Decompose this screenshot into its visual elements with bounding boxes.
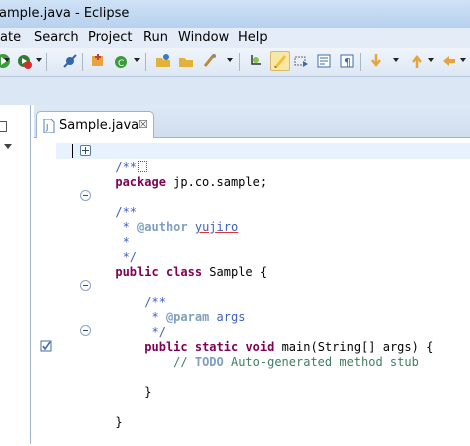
previous-annotation-dropdown-icon[interactable] xyxy=(428,58,434,62)
code-line: public static void main(String[] args) { xyxy=(144,340,434,354)
search-dropdown-icon[interactable] xyxy=(227,58,233,62)
java-file-icon: J xyxy=(43,118,55,134)
search-icon[interactable] xyxy=(201,52,219,70)
tab-label: Sample.java xyxy=(59,118,140,133)
next-annotation-icon[interactable] xyxy=(248,52,266,70)
svg-text:C: C xyxy=(118,59,124,69)
breakpoint-skip-icon[interactable] xyxy=(61,52,79,70)
task-marker-icon[interactable] xyxy=(40,337,52,352)
toolbar-separator xyxy=(239,53,240,71)
text-cursor xyxy=(72,144,73,158)
code-line: * xyxy=(115,235,130,249)
svg-text:¶: ¶ xyxy=(344,56,351,69)
code-line: /** xyxy=(115,295,166,309)
debug-dropdown-icon[interactable] xyxy=(36,58,42,62)
left-view-panel xyxy=(0,105,31,444)
code-line: */ xyxy=(115,250,138,264)
code-line: } xyxy=(115,385,152,399)
menu-run[interactable]: Run xyxy=(143,30,168,45)
toolbar-separator xyxy=(145,53,146,71)
new-java-project-icon[interactable] xyxy=(89,52,107,70)
toolbar-separator xyxy=(46,53,47,71)
toolbar-separator xyxy=(360,53,361,71)
title-bar: ample.java - Eclipse xyxy=(0,0,470,28)
next-annotation-down-icon[interactable] xyxy=(367,52,385,70)
open-folder-icon[interactable] xyxy=(177,52,195,70)
view-menu-icon[interactable] xyxy=(4,144,12,149)
window-title: ample.java - Eclipse xyxy=(0,6,130,21)
code-line: // TODO Auto-generated method stub xyxy=(173,355,419,369)
previous-annotation-icon[interactable] xyxy=(408,52,426,70)
show-whitespace-icon[interactable]: ¶ xyxy=(338,52,356,70)
back-icon[interactable] xyxy=(440,52,458,70)
block-selection-icon[interactable] xyxy=(292,52,310,70)
open-type-icon[interactable] xyxy=(154,52,172,70)
code-line: } xyxy=(115,415,123,429)
new-class-dropdown-icon[interactable] xyxy=(134,58,140,62)
editor-tab-bar: J Sample.java ☒ xyxy=(34,105,470,138)
svg-text:J: J xyxy=(45,123,48,132)
code-line: package jp.co.sample; xyxy=(115,175,268,189)
left-ruler xyxy=(34,138,56,444)
toolbar-separator xyxy=(82,53,83,71)
run-dropdown-icon[interactable] xyxy=(4,58,10,62)
tab-sample-java[interactable]: J Sample.java ☒ xyxy=(36,111,154,138)
minimize-view-icon[interactable] xyxy=(0,121,7,132)
debug-icon[interactable] xyxy=(16,52,34,70)
menu-window[interactable]: Window xyxy=(178,30,229,45)
java-editor[interactable]: J Sample.java ☒ /** package jp.co.sample… xyxy=(34,105,470,444)
code-line: /** xyxy=(72,143,148,174)
code-area[interactable]: /** package jp.co.sample; /** * @author … xyxy=(56,138,470,444)
menu-navigate[interactable]: ate xyxy=(0,30,21,45)
code-line: /** xyxy=(115,205,138,219)
annotation-dropdown-icon[interactable] xyxy=(393,58,399,62)
code-line: * @author yujiro xyxy=(115,220,239,234)
menu-help[interactable]: Help xyxy=(238,30,268,45)
code-line: * @param args xyxy=(115,310,246,324)
code-line: public class Sample { xyxy=(115,265,268,279)
code-line: */ xyxy=(115,325,166,339)
perspective-strip xyxy=(0,77,470,105)
word-wrap-icon[interactable] xyxy=(315,52,333,70)
menu-search[interactable]: Search xyxy=(34,30,79,45)
close-icon[interactable]: ☒ xyxy=(138,118,148,131)
menu-bar: ate Search Project Run Window Help xyxy=(0,28,470,48)
main-toolbar: C ¶ xyxy=(0,48,470,77)
new-class-icon[interactable]: C xyxy=(112,52,130,70)
mark-occurrences-icon[interactable] xyxy=(270,51,290,71)
back-dropdown-icon[interactable] xyxy=(460,58,466,62)
menu-project[interactable]: Project xyxy=(88,30,132,45)
